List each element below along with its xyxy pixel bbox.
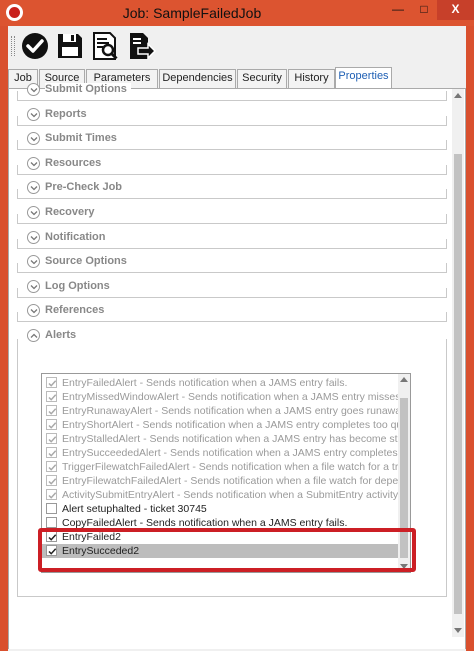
- section-pre-check-job[interactable]: Pre-Check Job: [17, 179, 447, 199]
- alert-checkbox[interactable]: [46, 517, 57, 528]
- alert-checkbox[interactable]: [46, 447, 57, 458]
- alert-checkbox[interactable]: [46, 391, 57, 402]
- maximize-button[interactable]: □: [411, 0, 437, 20]
- alert-checkbox[interactable]: [46, 433, 57, 444]
- section-label: Resources: [45, 157, 106, 169]
- scroll-up-arrow-icon[interactable]: [400, 377, 408, 382]
- window-title: Job: SampleFailedJob: [122, 5, 262, 21]
- highlight-box: [38, 528, 416, 572]
- chevron-down-icon[interactable]: [27, 255, 40, 268]
- alert-checkbox[interactable]: [46, 405, 57, 416]
- section-label: Source Options: [45, 255, 131, 267]
- section-label: Submit Times: [45, 132, 121, 144]
- chevron-down-icon[interactable]: [27, 132, 40, 145]
- toolbar: [8, 26, 466, 66]
- section-resources[interactable]: Resources: [17, 155, 447, 175]
- scroll-up-arrow-icon[interactable]: [454, 93, 462, 98]
- alert-checkbox[interactable]: [46, 489, 57, 500]
- list-item[interactable]: TriggerFilewatchFailedAlert - Sends noti…: [42, 460, 400, 474]
- panel-scrollbar[interactable]: [452, 89, 464, 637]
- chevron-down-icon[interactable]: [27, 181, 40, 194]
- list-item[interactable]: EntryRunawayAlert - Sends notification w…: [42, 404, 400, 418]
- section-recovery[interactable]: Recovery: [17, 204, 447, 224]
- section-references[interactable]: References: [17, 302, 447, 322]
- chevron-down-icon[interactable]: [27, 280, 40, 293]
- list-item[interactable]: EntryFailedAlert - Sends notification wh…: [42, 376, 400, 390]
- section-label: Reports: [45, 108, 91, 120]
- alert-checkbox[interactable]: [46, 475, 57, 486]
- alert-checkbox[interactable]: [46, 377, 57, 388]
- section-submit-options[interactable]: Submit Options: [17, 81, 447, 101]
- section-label: Submit Options: [45, 83, 131, 95]
- scroll-thumb[interactable]: [454, 154, 462, 614]
- chevron-down-icon[interactable]: [27, 157, 40, 170]
- close-button[interactable]: X: [437, 0, 474, 20]
- section-label: Recovery: [45, 206, 99, 218]
- job-window: Job: SampleFailedJob — □ X Job Source Pa…: [0, 0, 474, 651]
- list-item[interactable]: EntryShortAlert - Sends notification whe…: [42, 418, 400, 432]
- alert-checkbox[interactable]: [46, 461, 57, 472]
- section-source-options[interactable]: Source Options: [17, 253, 447, 273]
- title-bar[interactable]: Job: SampleFailedJob — □ X: [0, 0, 474, 26]
- section-label: References: [45, 304, 109, 316]
- list-item[interactable]: EntrySucceededAlert - Sends notification…: [42, 446, 400, 460]
- chevron-down-icon[interactable]: [27, 108, 40, 121]
- section-label: Log Options: [45, 280, 114, 292]
- view-document-icon[interactable]: [90, 31, 120, 61]
- alert-checkbox[interactable]: [46, 419, 57, 430]
- list-item[interactable]: ActivitySubmitEntryAlert - Sends notific…: [42, 488, 400, 502]
- list-item[interactable]: EntryFilewatchFailedAlert - Sends notifi…: [42, 474, 400, 488]
- section-submit-times[interactable]: Submit Times: [17, 130, 447, 150]
- section-label: Notification: [45, 231, 110, 243]
- alert-checkbox[interactable]: [46, 503, 57, 514]
- section-label: Pre-Check Job: [45, 181, 127, 193]
- minimize-button[interactable]: —: [385, 0, 411, 20]
- window-client: Job Source Parameters Dependencies Secur…: [8, 26, 466, 651]
- section-reports[interactable]: Reports: [17, 106, 447, 126]
- section-log-options[interactable]: Log Options: [17, 278, 447, 298]
- list-item[interactable]: EntryStalledAlert - Sends notification w…: [42, 432, 400, 446]
- chevron-down-icon[interactable]: [27, 231, 40, 244]
- toolbar-grip[interactable]: [11, 36, 15, 56]
- chevron-down-icon[interactable]: [27, 304, 40, 317]
- chevron-down-icon[interactable]: [27, 83, 40, 96]
- check-circle-icon[interactable]: [20, 31, 50, 61]
- save-icon[interactable]: [55, 31, 85, 61]
- list-item[interactable]: Alert setuphalted - ticket 30745: [42, 502, 400, 516]
- export-document-icon[interactable]: [126, 31, 157, 61]
- chevron-down-icon[interactable]: [27, 206, 40, 219]
- scroll-down-arrow-icon[interactable]: [454, 628, 462, 633]
- section-notification[interactable]: Notification: [17, 229, 447, 249]
- list-item[interactable]: EntryMissedWindowAlert - Sends notificat…: [42, 390, 400, 404]
